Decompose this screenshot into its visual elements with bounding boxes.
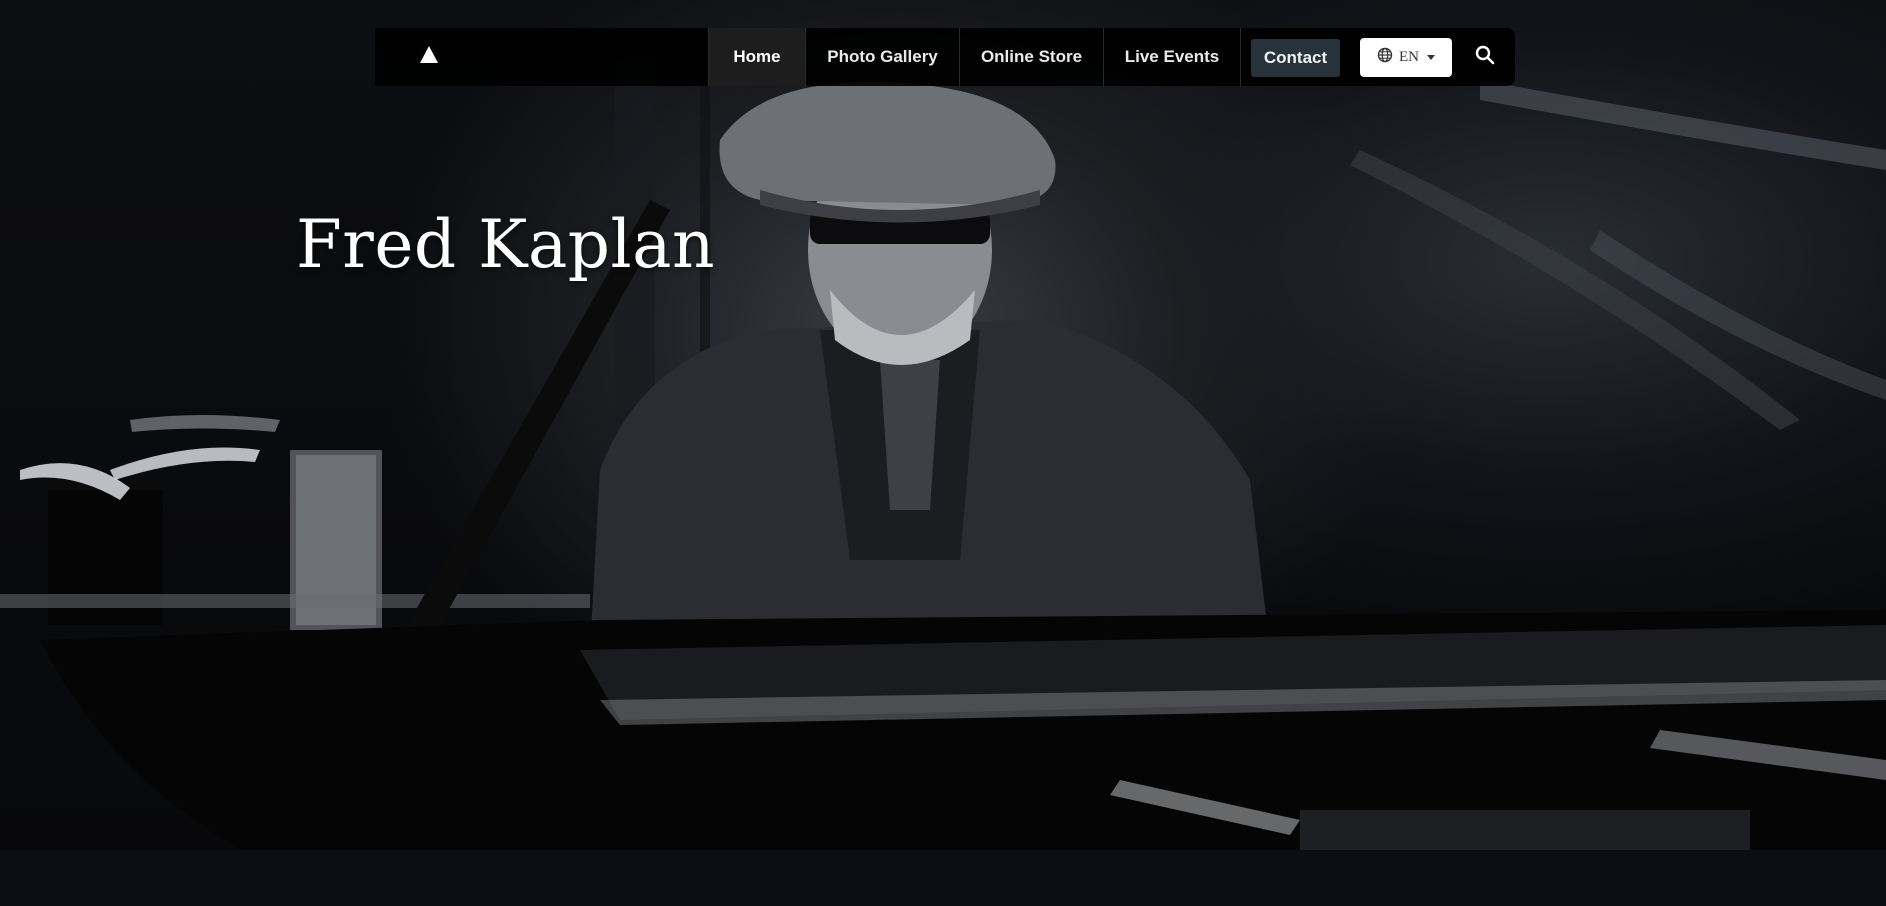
nav-item-online-store[interactable]: Online Store: [960, 28, 1104, 86]
hero-background-photo: [0, 60, 1886, 880]
search-icon[interactable]: [1474, 44, 1500, 70]
triangle-logo-icon[interactable]: [418, 44, 440, 66]
nav-item-live-events[interactable]: Live Events: [1104, 28, 1241, 86]
contact-button[interactable]: Contact: [1251, 39, 1340, 77]
nav-item-home[interactable]: Home: [708, 28, 806, 86]
language-selector[interactable]: EN: [1360, 38, 1452, 77]
globe-icon: [1377, 47, 1393, 68]
bottom-band: [0, 850, 1886, 906]
nav-item-photo-gallery[interactable]: Photo Gallery: [806, 28, 960, 86]
language-label: EN: [1399, 49, 1419, 65]
hero-section: [0, 0, 1886, 906]
chevron-down-icon: [1427, 55, 1435, 60]
page-title: Fred Kaplan: [296, 206, 715, 283]
